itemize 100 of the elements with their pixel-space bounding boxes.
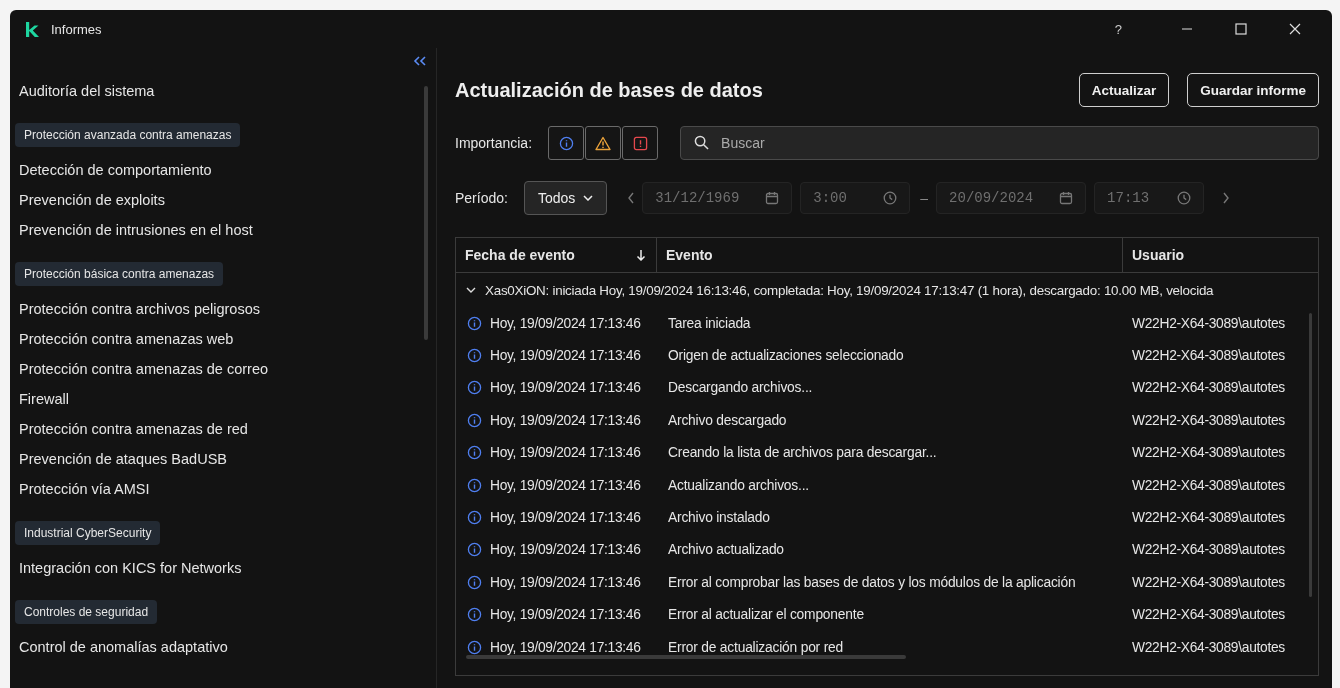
sidebar-item[interactable]: Auditoría del sistema (19, 76, 436, 106)
warning-icon (595, 135, 612, 151)
info-icon (467, 380, 482, 396)
table-cell: Archivo actualizado (668, 542, 784, 558)
info-icon (467, 639, 482, 655)
previous-icon[interactable] (627, 192, 636, 204)
column-header[interactable]: Evento (657, 238, 1123, 272)
table-cell: W22H2-X64-3089\autotes (1132, 315, 1285, 331)
table-cell: W22H2-X64-3089\autotes (1132, 574, 1285, 590)
sidebar-item[interactable]: Protección contra amenazas de correo (19, 354, 436, 384)
sidebar-item[interactable]: Prevención de intrusiones en el host (19, 215, 436, 245)
info-icon (467, 607, 482, 623)
error-filter-button[interactable] (622, 126, 659, 160)
table-cell: Error al actualizar el componente (668, 607, 864, 623)
importance-label: Importancia: (455, 135, 533, 151)
help-button[interactable]: ? (1106, 21, 1130, 37)
table-cell: Hoy, 19/09/2024 17:13:46 (490, 380, 641, 396)
sidebar-item[interactable]: Protección contra amenazas web (19, 324, 436, 354)
group-row-summary: Xas0XiON: iniciada Hoy, 19/09/2024 16:13:46, completada: Hoy, 19/09/2024 17:13:47 (1 hora), descargado: 10.00 MB, velocida (485, 282, 1214, 298)
table-cell: Hoy, 19/09/2024 17:13:46 (490, 639, 641, 655)
table-cell: Tarea iniciada (668, 315, 751, 331)
action-button[interactable]: Guardar informe (1187, 73, 1319, 107)
info-icon (467, 574, 482, 590)
error-icon (632, 135, 648, 151)
calendar-icon (1059, 191, 1074, 205)
sidebar-item[interactable]: Detección de comportamiento (19, 155, 436, 185)
sidebar-item[interactable]: Protección contra archivos peligrosos (19, 294, 436, 324)
table-cell: W22H2-X64-3089\autotes (1132, 412, 1285, 428)
table-cell: Hoy, 19/09/2024 17:13:46 (490, 510, 641, 526)
info-icon (467, 412, 482, 428)
action-button[interactable]: Actualizar (1078, 73, 1170, 107)
sort-arrow-icon (636, 249, 646, 261)
sidebar-item[interactable]: Prevención de ataques BadUSB (19, 444, 436, 474)
date-field[interactable]: 20/09/2024 (936, 182, 1087, 214)
info-icon (467, 315, 482, 331)
app-logo-icon (26, 21, 39, 37)
table-cell: Error al comprobar las bases de datos y los módulos de la aplicación (668, 574, 1076, 590)
chevron-down-icon[interactable] (466, 285, 476, 295)
group-header: Protección básica contra amenazas (15, 262, 224, 286)
table-cell: W22H2-X64-3089\autotes (1132, 607, 1285, 623)
info-icon (467, 510, 482, 526)
group-header: Industrial CyberSecurity (15, 521, 161, 545)
group-header: Protección avanzada contra amenazas (15, 123, 241, 147)
chevron-down-icon (583, 195, 594, 201)
info-icon (467, 477, 482, 493)
time-field[interactable]: 17:13 (1094, 182, 1205, 214)
period-dropdown[interactable]: Todos (523, 181, 608, 215)
sidebar-item[interactable]: Firewall (19, 384, 436, 414)
group-header: Controles de seguridad (15, 600, 158, 624)
scrollbar[interactable] (424, 86, 428, 340)
table-cell: Hoy, 19/09/2024 17:13:46 (490, 574, 641, 590)
table-cell: Hoy, 19/09/2024 17:13:46 (490, 477, 641, 493)
table-cell: Archivo instalado (668, 510, 770, 526)
table-cell: Hoy, 19/09/2024 17:13:46 (490, 315, 641, 331)
window-title: Informes (51, 21, 102, 37)
search-icon (694, 135, 710, 150)
table-cell: Hoy, 19/09/2024 17:13:46 (490, 445, 641, 461)
clock-icon (1177, 191, 1192, 205)
info-icon (467, 445, 482, 461)
info-icon (467, 348, 482, 364)
table-cell: Archivo descargado (668, 412, 787, 428)
table-cell: W22H2-X64-3089\autotes (1132, 639, 1285, 655)
close-icon[interactable] (1289, 23, 1301, 35)
scrollbar[interactable] (466, 655, 906, 659)
table-cell: Hoy, 19/09/2024 17:13:46 (490, 607, 641, 623)
table-cell: Creando la lista de archivos para descargar... (668, 445, 937, 461)
sidebar-item[interactable]: Control de anomalías adaptativo (19, 632, 436, 662)
warning-filter-button[interactable] (585, 126, 622, 160)
table-cell: W22H2-X64-3089\autotes (1132, 477, 1285, 493)
search-field[interactable]: Buscar (680, 126, 1319, 160)
date-field[interactable]: 31/12/1969 (642, 182, 793, 214)
info-icon (558, 135, 574, 151)
column-header[interactable]: Fecha de evento (456, 238, 657, 272)
collapse-icon[interactable] (413, 56, 427, 66)
time-field[interactable]: 3:00 (800, 182, 911, 214)
info-icon (467, 542, 482, 558)
sidebar-item[interactable]: Prevención de exploits (19, 185, 436, 215)
sidebar-item[interactable]: Integración con KICS for Networks (19, 553, 436, 583)
table-cell: Hoy, 19/09/2024 17:13:46 (490, 348, 641, 364)
next-icon[interactable] (1222, 192, 1231, 204)
table-cell: W22H2-X64-3089\autotes (1132, 510, 1285, 526)
info-filter-button[interactable] (548, 126, 585, 160)
table-cell: W22H2-X64-3089\autotes (1132, 348, 1285, 364)
clock-icon (883, 191, 898, 205)
table-cell: Actualizando archivos... (668, 477, 809, 493)
column-header[interactable]: Usuario (1123, 238, 1318, 272)
sidebar-item[interactable]: Protección vía AMSI (19, 474, 436, 504)
table-cell: W22H2-X64-3089\autotes (1132, 380, 1285, 396)
table-cell: Error de actualización por red (668, 639, 843, 655)
table-cell: W22H2-X64-3089\autotes (1132, 445, 1285, 461)
report-title: Actualización de bases de datos (455, 78, 763, 102)
maximize-icon[interactable] (1235, 23, 1247, 35)
table-cell: Origen de actualizaciones seleccionado (668, 348, 904, 364)
scrollbar[interactable] (1309, 313, 1312, 597)
sidebar-item[interactable]: Protección contra amenazas de red (19, 414, 436, 444)
table-cell: Descargando archivos... (668, 380, 813, 396)
period-label: Período: (455, 190, 508, 206)
table-cell: Hoy, 19/09/2024 17:13:46 (490, 542, 641, 558)
range-separator: – (920, 190, 929, 206)
table-cell: W22H2-X64-3089\autotes (1132, 542, 1285, 558)
